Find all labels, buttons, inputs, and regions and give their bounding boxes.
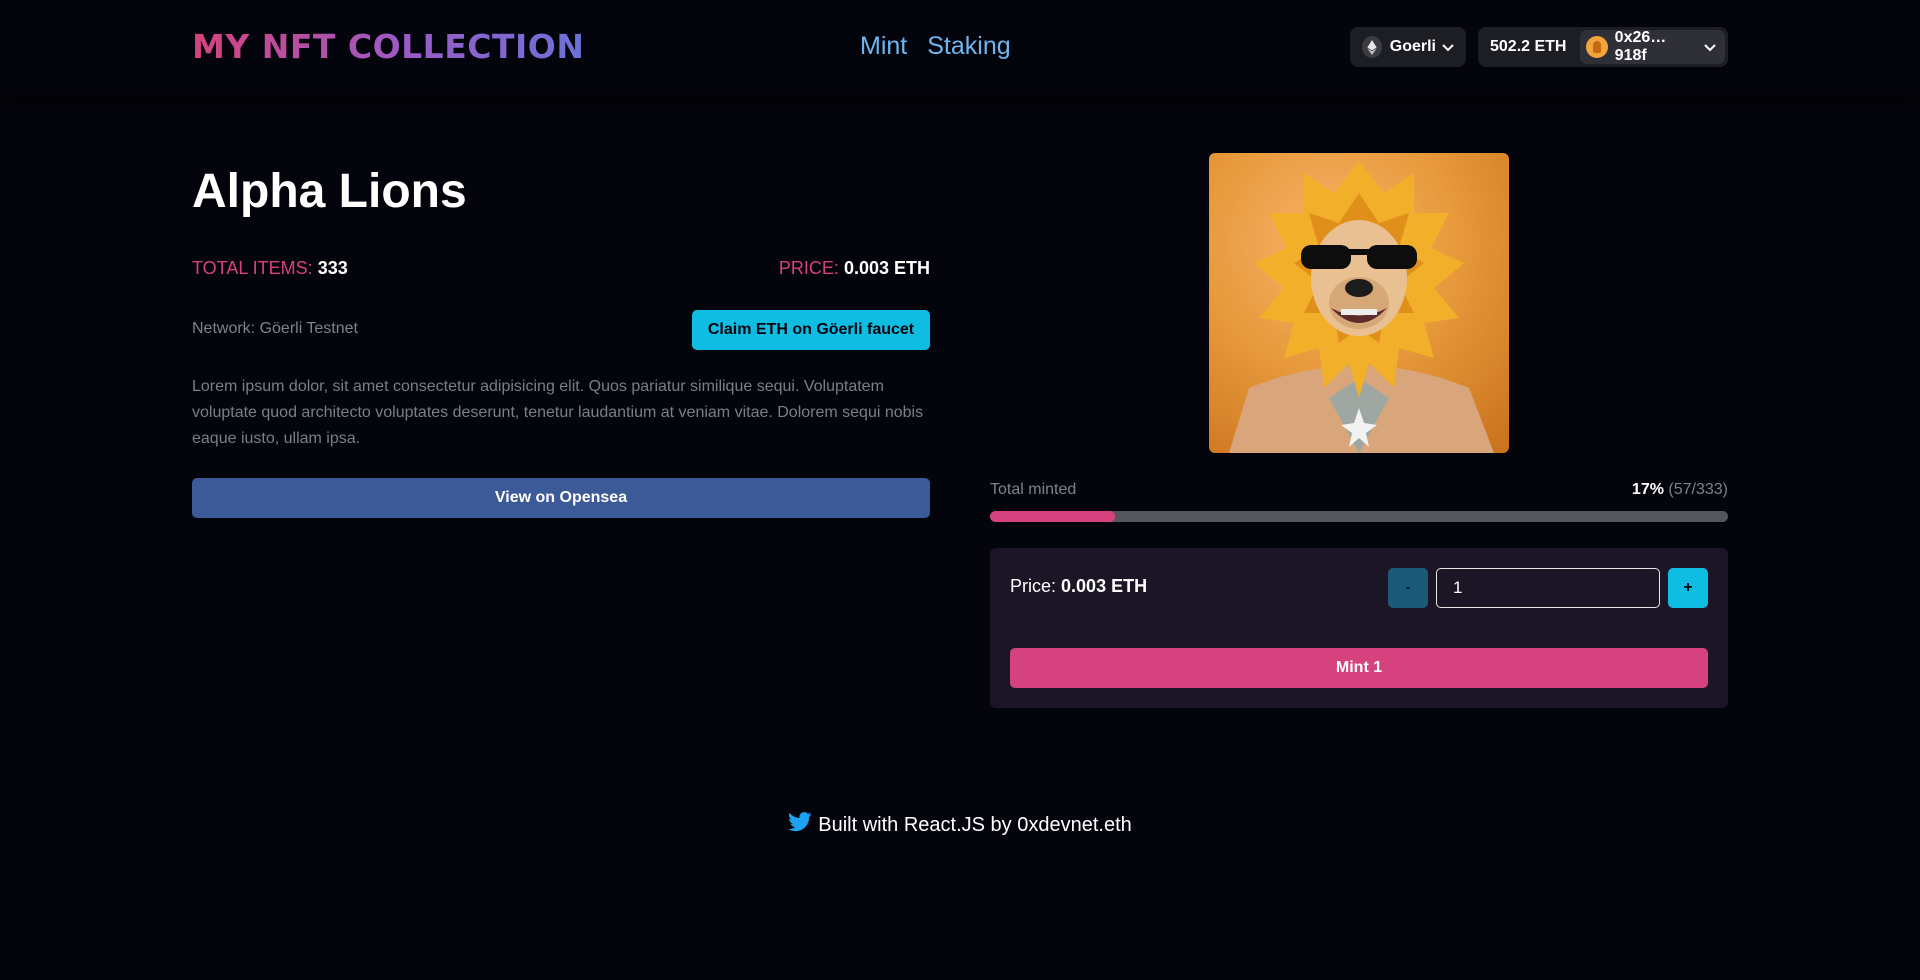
mint-button[interactable]: Mint 1 [1010,648,1708,688]
total-minted-value: 17% (57/333) [1632,481,1728,499]
mint-progress-fill [990,511,1116,522]
network-selector[interactable]: Goerli [1350,27,1466,67]
footer-text: Built with React.JS by 0xdevnet.eth [818,813,1132,836]
quantity-input[interactable] [1436,568,1660,608]
mint-price-value: 0.003 ETH [1061,576,1148,596]
account-address: 0x26…918f [1614,29,1667,64]
collection-stats: TOTAL ITEMS: 333 PRICE: 0.003 ETH [192,258,930,282]
account-button[interactable]: 0x26…918f [1579,29,1725,64]
mint-price-label: Price: [1010,576,1057,596]
network-name: Goerli [1389,38,1436,55]
nav-mint-link[interactable]: Mint [860,30,907,62]
total-items: TOTAL ITEMS: 333 [192,258,348,279]
ethereum-icon [1362,36,1382,58]
collection-description: Lorem ipsum dolor, sit amet consectetur … [192,378,924,447]
eth-balance: 502.2 ETH [1490,38,1567,55]
mint-panel: Price: 0.003 ETH - + Mint 1 [990,548,1728,708]
nav-staking-link[interactable]: Staking [927,30,1010,62]
chevron-down-icon [1442,40,1454,55]
logo[interactable]: MY NFT COLLECTION [192,27,584,67]
footer: Built with React.JS by 0xdevnet.eth [0,812,1920,838]
collection-title: Alpha Lions [192,165,467,218]
network-info: Network: Göerli Testnet [192,320,358,337]
mint-progress-bar [990,511,1728,522]
header: MY NFT COLLECTION Mint Staking Goerli 50… [0,0,1920,95]
price-label: PRICE: [778,258,839,278]
mint-price: Price: 0.003 ETH [1010,576,1147,597]
account-widget[interactable]: 502.2 ETH 0x26…918f [1478,27,1728,67]
twitter-icon[interactable] [788,812,812,838]
price-stat: PRICE: 0.003 ETH [779,258,930,279]
view-opensea-button[interactable]: View on Opensea [192,478,930,518]
total-items-value: 333 [317,258,348,278]
decrease-quantity-button[interactable]: - [1388,568,1428,608]
minted-count: (57/333) [1668,481,1728,498]
main-nav: Mint Staking [860,30,1011,62]
nft-image [1209,153,1509,453]
total-items-label: TOTAL ITEMS: [192,258,313,278]
claim-faucet-button[interactable]: Claim ETH on Göerli faucet [692,310,930,350]
minted-percent: 17% [1631,481,1664,498]
total-minted-label: Total minted [990,481,1077,498]
avatar-icon [1585,36,1608,58]
chevron-down-icon [1704,40,1716,55]
price-value: 0.003 ETH [843,258,930,278]
increase-quantity-button[interactable]: + [1668,568,1708,608]
